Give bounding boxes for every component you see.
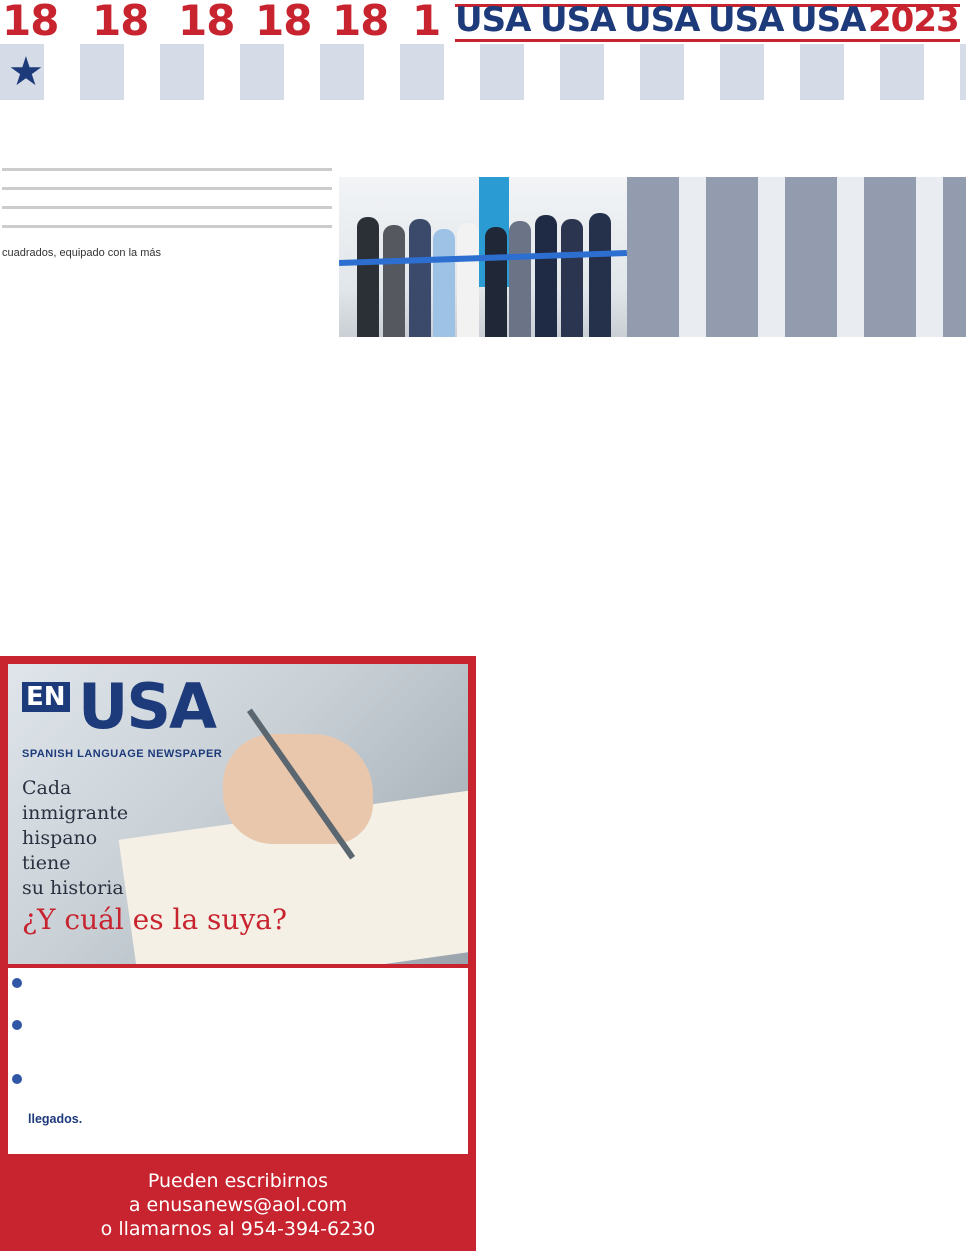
logo-subtitle: SPANISH LANGUAGE NEWSPAPER bbox=[22, 748, 223, 760]
usa-word: USA bbox=[540, 0, 616, 40]
ad-list: llegados. bbox=[8, 968, 468, 1154]
writing-hand bbox=[223, 734, 373, 844]
star-banner bbox=[0, 44, 966, 100]
issue-number: 18 bbox=[332, 0, 389, 45]
article-lead-fragment: cuadrados, equipado con la más bbox=[2, 247, 161, 259]
bullet-icon bbox=[12, 1074, 22, 1084]
ad-list-tail: llegados. bbox=[28, 1112, 83, 1126]
ribbon-cutting-photo bbox=[339, 177, 627, 337]
contact-email[interactable]: a enusanews@aol.com bbox=[0, 1193, 476, 1217]
usa-word: USA bbox=[455, 0, 531, 40]
ad-story: Cada inmigrante hispano tiene su histori… bbox=[22, 776, 162, 901]
ad-contact: Pueden escribirnos a enusanews@aol.com o… bbox=[0, 1169, 476, 1249]
year: 2023 bbox=[868, 0, 960, 40]
photo-strip bbox=[627, 177, 966, 337]
article-lead: cuadrados, equipado con la más bbox=[2, 168, 332, 268]
ad-story-line: tiene bbox=[22, 852, 71, 874]
list-item bbox=[8, 974, 464, 1008]
ad-image: EN USA SPANISH LANGUAGE NEWSPAPER Cada i… bbox=[8, 664, 468, 964]
ad-story-line: hispano bbox=[22, 827, 98, 849]
logo-usa: USA bbox=[78, 670, 217, 743]
logo-en: EN bbox=[22, 682, 70, 712]
usa-word: USA bbox=[790, 0, 866, 40]
list-item bbox=[8, 1016, 464, 1062]
bullet-icon bbox=[12, 978, 22, 988]
ad-question: ¿Y cuál es la suya? bbox=[22, 903, 287, 936]
ad-story-line: su historia bbox=[22, 877, 124, 899]
contact-phone[interactable]: o llamarnos al 954-394-6230 bbox=[0, 1217, 476, 1241]
contact-line: Pueden escribirnos bbox=[147, 1170, 329, 1192]
ad-story-line: inmigrante bbox=[22, 802, 129, 824]
bullet-icon bbox=[12, 1020, 22, 1030]
usa-word: USA bbox=[708, 0, 784, 40]
issue-number: 18 bbox=[2, 0, 59, 45]
star-icon: ★ bbox=[8, 50, 44, 94]
enusa-advertisement: EN USA SPANISH LANGUAGE NEWSPAPER Cada i… bbox=[0, 656, 476, 1251]
article-lead-obscured bbox=[2, 168, 332, 244]
usa-word: USA bbox=[624, 0, 700, 40]
issue-number: 18 bbox=[92, 0, 149, 45]
list-item: llegados. bbox=[8, 1070, 464, 1130]
issue-number: 18 bbox=[178, 0, 235, 45]
issue-number: 18 bbox=[255, 0, 312, 45]
masthead: 18 18 18 18 18 1 USA USA USA USA USA 202… bbox=[0, 0, 966, 42]
issue-number: 1 bbox=[412, 0, 441, 45]
ad-story-line: Cada bbox=[22, 777, 72, 799]
